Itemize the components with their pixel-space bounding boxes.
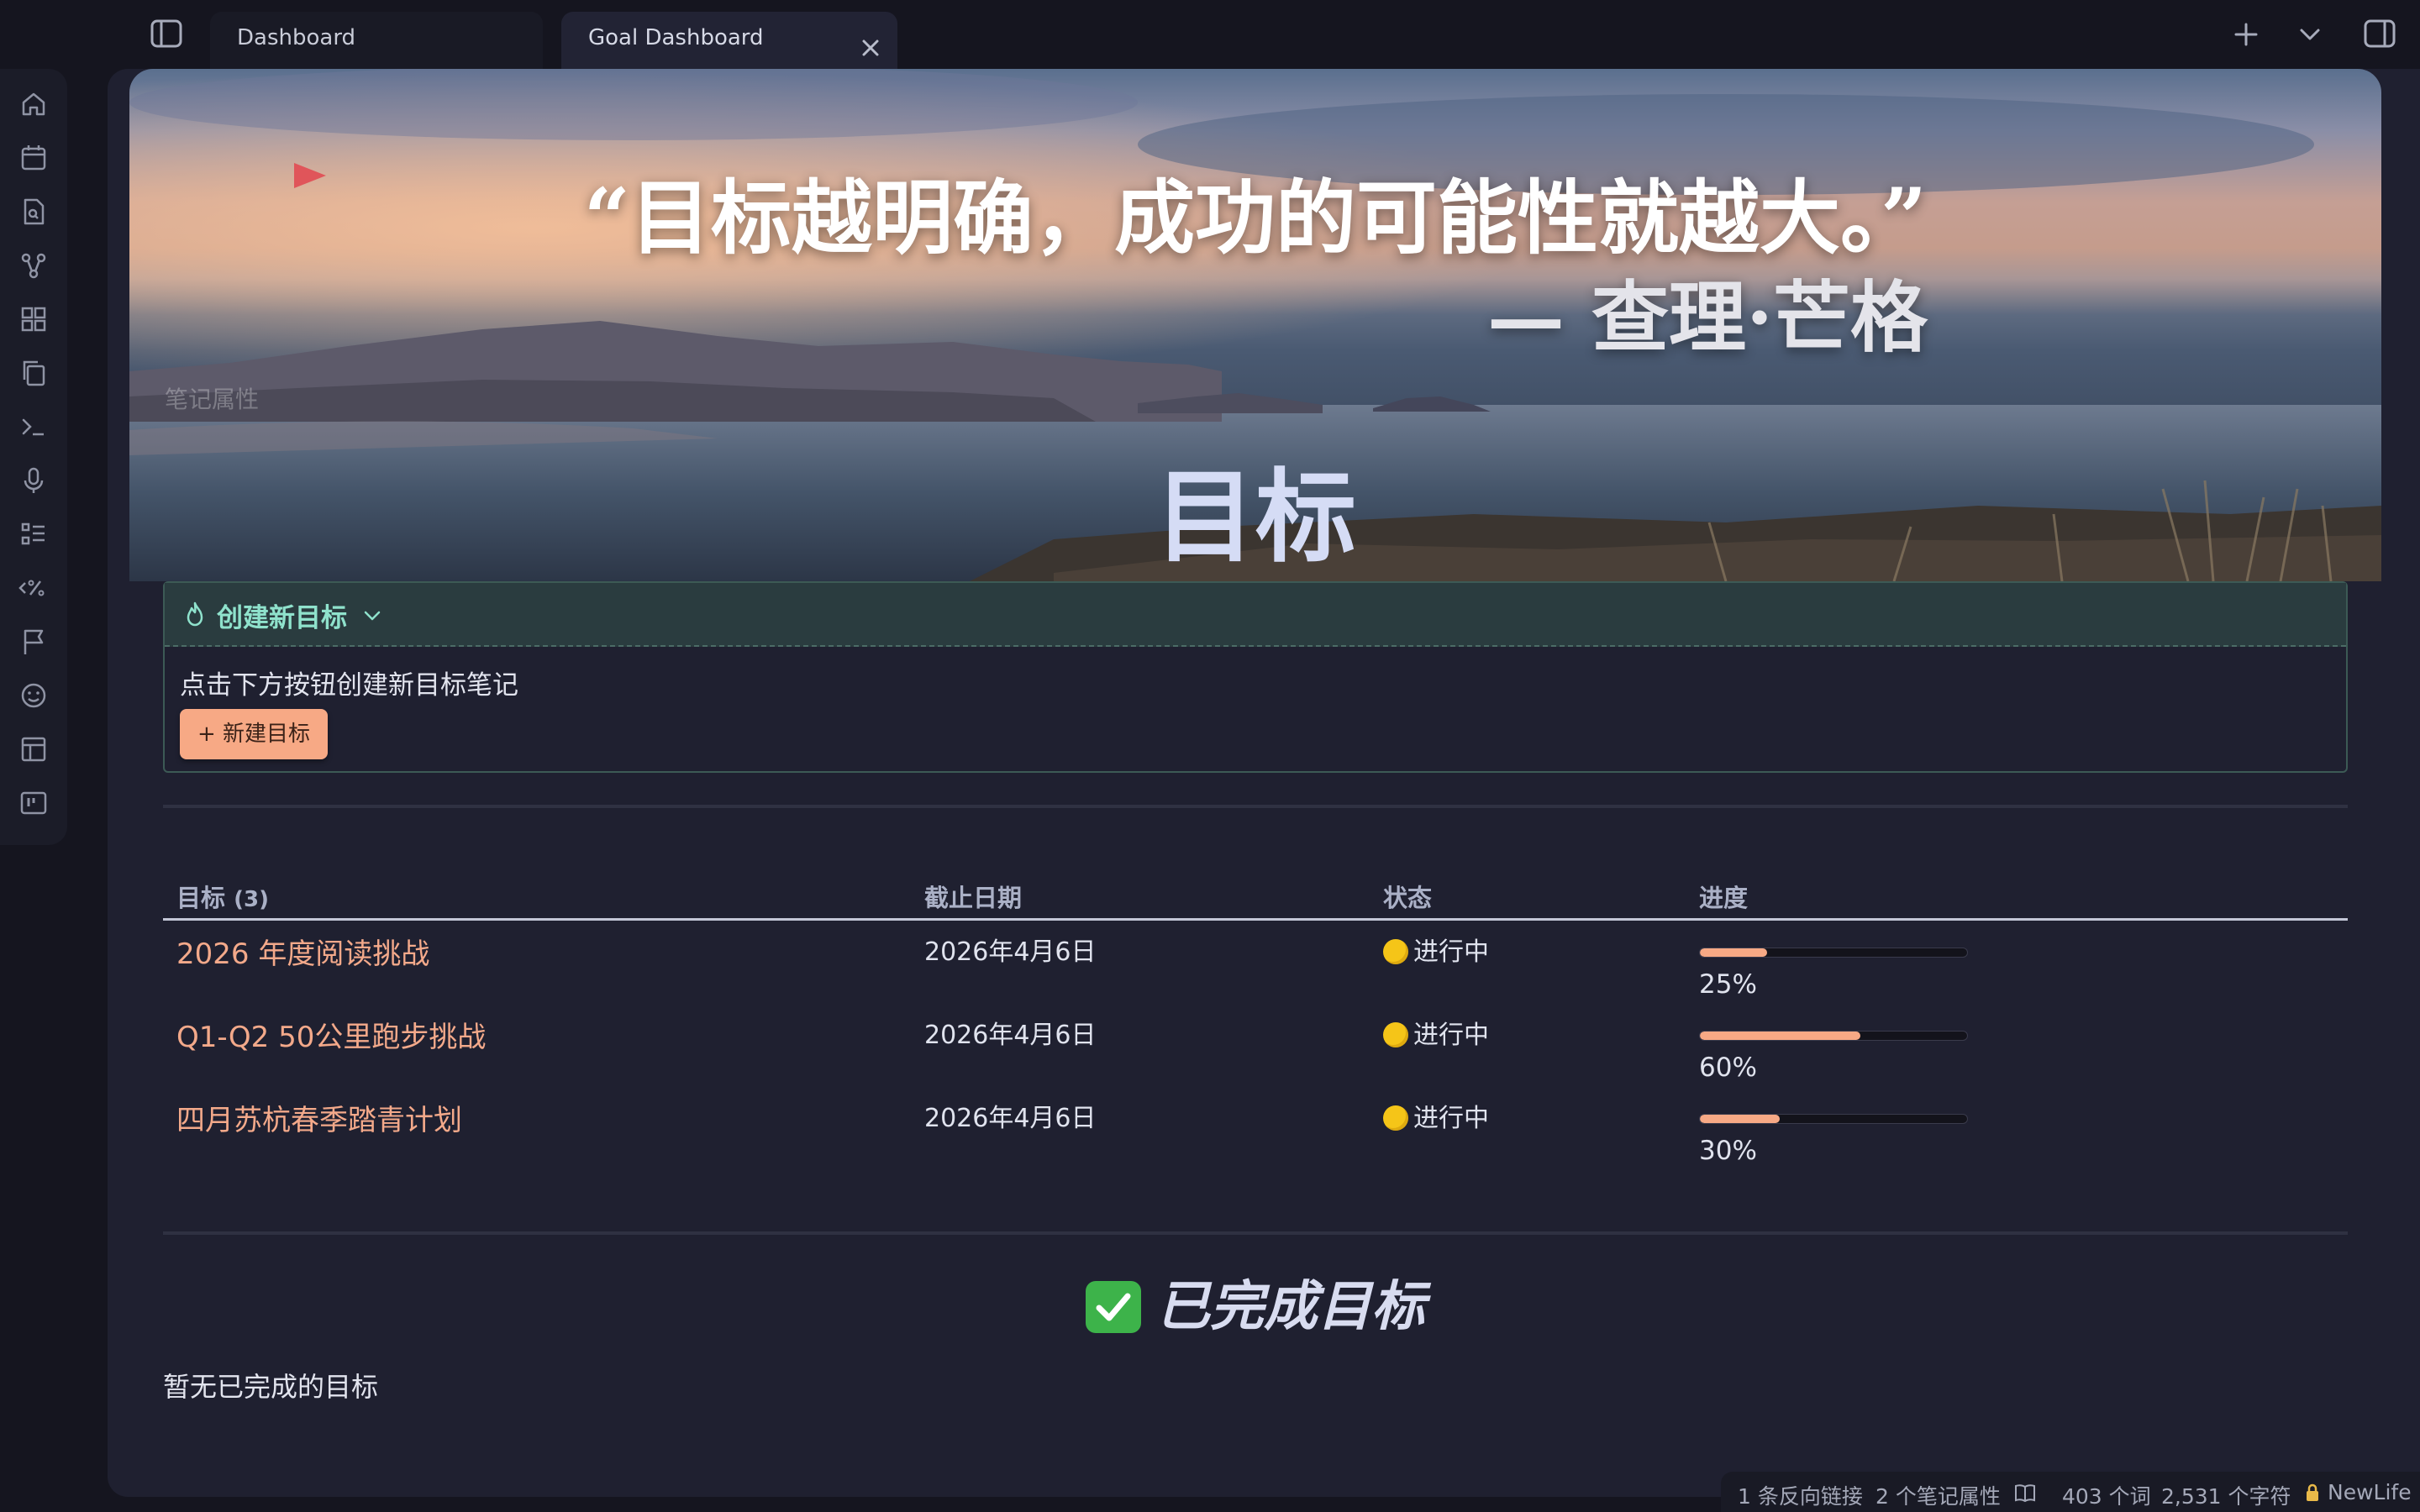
check-mark-icon: [1086, 1281, 1141, 1333]
properties-label[interactable]: 笔记属性: [165, 381, 259, 415]
progress-bar: [1699, 948, 1968, 958]
table-row: 2026 年度阅读挑战 2026年4月6日 进行中 25%: [163, 927, 2348, 1011]
column-header-goal-label: 目标: [176, 884, 226, 912]
tab-bar: Dashboard Goal Dashboard: [0, 0, 2420, 69]
create-goal-callout: 创建新目标 点击下方按钮创建新目标笔记 + 新建目标: [163, 581, 2348, 773]
table-header: 目标 (3) 截止日期 状态 进度: [163, 874, 2348, 921]
smile-icon[interactable]: [17, 679, 50, 712]
flag-icon[interactable]: [17, 625, 50, 659]
progress-percent: 30%: [1699, 1136, 1757, 1166]
divider: [163, 805, 2348, 808]
banner-quote: “目标越明确，成功的可能性就越大。”: [583, 171, 1928, 265]
deadline-cell: 2026年4月6日: [924, 1104, 1097, 1133]
banner-image: “目标越明确，成功的可能性就越大。” — 查理·芒格 笔记属性 目标: [129, 69, 2381, 581]
column-header-progress[interactable]: 进度: [1699, 879, 1748, 914]
completed-goals-heading: 已完成目标: [129, 1263, 2381, 1341]
progress-bar: [1699, 1031, 1968, 1041]
tab-dashboard[interactable]: Dashboard: [210, 12, 543, 69]
goal-link[interactable]: 2026 年度阅读挑战: [176, 931, 429, 972]
microphone-icon[interactable]: [17, 464, 50, 497]
right-sidebar-toggle-icon[interactable]: [2363, 18, 2396, 49]
progress-percent: 25%: [1699, 969, 1757, 1000]
copy-icon[interactable]: [17, 356, 50, 390]
table-row: Q1-Q2 50公里跑步挑战 2026年4月6日 进行中 60%: [163, 1011, 2348, 1095]
progress-fill: [1700, 1032, 1860, 1040]
percent-icon[interactable]: [17, 571, 50, 605]
deadline-cell: 2026年4月6日: [924, 937, 1097, 967]
status-label: 进行中: [1413, 937, 1489, 967]
layout-icon[interactable]: [17, 732, 50, 766]
graph-icon[interactable]: [17, 249, 50, 282]
char-count: 2,531 个字符: [2161, 1484, 2291, 1509]
chevron-down-icon[interactable]: [360, 603, 385, 628]
status-cell: 进行中: [1383, 1014, 1489, 1051]
divider: [163, 1231, 2348, 1235]
column-header-deadline[interactable]: 截止日期: [924, 879, 1022, 914]
yellow-circle-icon: [1383, 939, 1408, 964]
progress-fill: [1700, 948, 1767, 957]
goal-link[interactable]: 四月苏杭春季踏青计划: [176, 1097, 462, 1138]
vault-name[interactable]: NewLife: [2328, 1480, 2412, 1504]
flame-icon: [180, 600, 210, 630]
progress-bar: [1699, 1114, 1968, 1124]
status-label: 进行中: [1413, 1021, 1489, 1050]
yellow-circle-icon: [1383, 1022, 1408, 1047]
page-title: 目标: [1155, 459, 1356, 576]
left-sidebar-toggle-icon[interactable]: [150, 18, 183, 49]
tab-label: Goal Dashboard: [588, 25, 764, 50]
status-label: 进行中: [1413, 1104, 1489, 1133]
tab-label: Dashboard: [237, 25, 356, 50]
home-icon[interactable]: [17, 87, 50, 121]
kanban-icon[interactable]: [17, 786, 50, 820]
table-row: 四月苏杭春季踏青计划 2026年4月6日 进行中 30%: [163, 1094, 2348, 1178]
grid-icon[interactable]: [17, 302, 50, 336]
deadline-cell: 2026年4月6日: [924, 1021, 1097, 1050]
column-header-status[interactable]: 状态: [1383, 879, 1432, 914]
file-search-icon[interactable]: [17, 195, 50, 228]
chevron-down-icon[interactable]: [2296, 20, 2324, 49]
callout-title: 创建新目标: [217, 603, 347, 633]
list-icon[interactable]: [17, 517, 50, 551]
empty-completed-text: 暂无已完成的目标: [163, 1371, 379, 1403]
yellow-circle-icon: [1383, 1105, 1408, 1131]
status-bar: 1 条反向链接 2 个笔记属性 403 个词 2,531 个字符 NewLife: [1721, 1472, 2420, 1512]
word-count: 403 个词: [2062, 1484, 2151, 1509]
new-tab-icon[interactable]: [2232, 20, 2260, 49]
progress-fill: [1700, 1115, 1781, 1123]
banner-quote-author: — 查理·芒格: [1486, 272, 1928, 363]
callout-text: 点击下方按钮创建新目标笔记: [180, 670, 518, 701]
properties-count[interactable]: 2 个笔记属性: [1876, 1480, 2001, 1510]
callout-header[interactable]: 创建新目标: [165, 583, 2346, 647]
completed-goals-title: 已完成目标: [1156, 1276, 1425, 1338]
tab-goal-dashboard[interactable]: Goal Dashboard: [561, 12, 897, 69]
new-goal-button[interactable]: + 新建目标: [180, 709, 328, 759]
goal-count: (3): [234, 887, 269, 912]
terminal-icon[interactable]: [17, 410, 50, 444]
status-cell: 进行中: [1383, 931, 1489, 968]
reading-view-icon[interactable]: [2013, 1482, 2037, 1504]
ribbon: [0, 69, 67, 845]
status-cell: 进行中: [1383, 1097, 1489, 1134]
column-header-goal[interactable]: 目标 (3): [176, 879, 269, 914]
goal-link[interactable]: Q1-Q2 50公里跑步挑战: [176, 1014, 486, 1055]
calendar-icon[interactable]: [17, 141, 50, 175]
lock-icon: [2304, 1482, 2321, 1504]
progress-percent: 60%: [1699, 1053, 1757, 1083]
backlinks-count[interactable]: 1 条反向链接: [1738, 1480, 1863, 1510]
close-icon[interactable]: [859, 27, 882, 56]
